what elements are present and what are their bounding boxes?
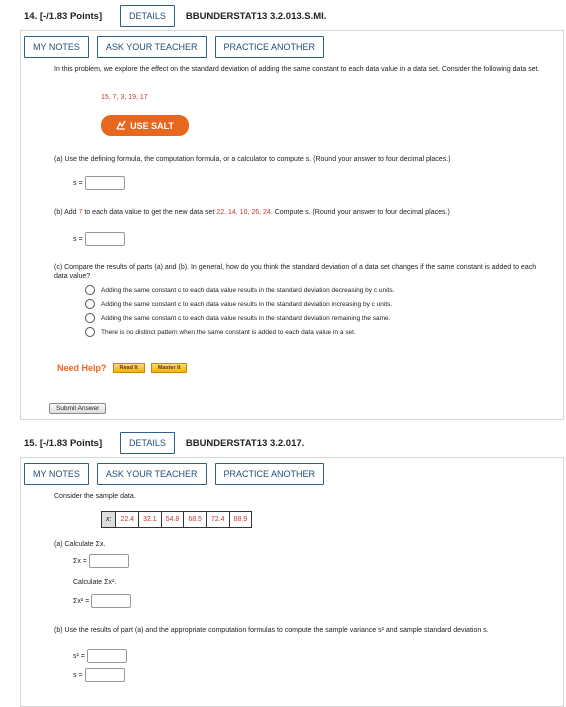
radio-button[interactable]	[85, 285, 95, 295]
s-label: s =	[73, 671, 83, 679]
q14-toolbar: MY NOTES ASK YOUR TEACHER PRACTICE ANOTH…	[21, 31, 563, 58]
salt-chart-icon	[116, 120, 126, 132]
q14-intro: In this problem, we explore the effect o…	[54, 66, 540, 73]
option-text: There is no distinct pattern when the sa…	[101, 328, 356, 336]
read-it-button[interactable]: Read It	[112, 363, 145, 373]
q15-s2-row: s² =	[73, 649, 127, 663]
sum-x-input[interactable]	[88, 554, 129, 568]
data-cell: 54.8	[160, 511, 185, 528]
q14-ask-teacher-button[interactable]: ASK YOUR TEACHER	[96, 36, 207, 58]
q14-part-a: (a) Use the defining formula, the comput…	[54, 156, 451, 163]
q15-header: 15. [-/1.83 Points] DETAILS BBUNDERSTAT1…	[20, 430, 564, 456]
q14-b-data: 22, 14, 10, 26, 24.	[216, 209, 273, 216]
x-label-cell: x:	[100, 511, 117, 528]
sum-x2-label: Σx² =	[73, 597, 90, 605]
q14-submit-wrap: Submit Answer	[49, 397, 107, 415]
q15-toolbar: MY NOTES ASK YOUR TEACHER PRACTICE ANOTH…	[21, 458, 563, 485]
sum-x2-input[interactable]	[91, 594, 132, 608]
q14-details-button[interactable]: DETAILS	[120, 5, 175, 27]
q14-b-seven: 7	[78, 209, 83, 216]
radio-button[interactable]	[85, 299, 95, 309]
option-text: Adding the same constant c to each data …	[101, 286, 395, 294]
s2-input[interactable]	[86, 649, 127, 663]
q15-intro: Consider the sample data.	[54, 493, 136, 500]
data-cell: 88.9	[228, 511, 253, 528]
q14-b-row: s =	[73, 232, 125, 246]
q14-code: BBUNDERSTAT13 3.2.013.S.MI.	[185, 10, 327, 22]
q14-part-c: (c) Compare the results of parts (a) and…	[54, 264, 537, 280]
q15-calc-x2: Calculate Σx².	[73, 579, 117, 586]
q14-option-3[interactable]: Adding the same constant c to each data …	[85, 311, 555, 325]
q14-a-row: s =	[73, 176, 125, 190]
q15-sumx2-row: Σx² =	[73, 594, 132, 608]
q15-my-notes-button[interactable]: MY NOTES	[24, 463, 89, 485]
need-help-label: Need Help?	[57, 363, 107, 373]
option-text: Adding the same constant c to each data …	[101, 314, 391, 322]
q14-b-suffix: Compute s. (Round your answer to four de…	[274, 209, 450, 216]
q15-details-button[interactable]: DETAILS	[120, 432, 175, 454]
q15-part-a: (a) Calculate Σx.	[54, 541, 106, 548]
q15-panel: MY NOTES ASK YOUR TEACHER PRACTICE ANOTH…	[20, 457, 564, 707]
q15-part-b: (b) Use the results of part (a) and the …	[54, 627, 489, 634]
q15-data-table: x: 22.4 32.1 54.8 68.5 72.4 88.9	[100, 511, 253, 528]
radio-button[interactable]	[85, 313, 95, 323]
radio-button[interactable]	[85, 327, 95, 337]
use-salt-label: USE SALT	[130, 120, 174, 131]
q14-options: Adding the same constant c to each data …	[85, 283, 555, 339]
data-cell: 22.4	[115, 511, 140, 528]
q14-b-s-label: s =	[73, 235, 83, 243]
q14-panel: MY NOTES ASK YOUR TEACHER PRACTICE ANOTH…	[20, 30, 564, 420]
q15-practice-another-button[interactable]: PRACTICE ANOTHER	[214, 463, 325, 485]
q14-b-mid: to each data value to get the new data s…	[84, 209, 215, 216]
q14-my-notes-button[interactable]: MY NOTES	[24, 36, 89, 58]
q14-need-help: Need Help? Read It Master It	[57, 363, 188, 373]
q15-number: 15. [-/1.83 Points]	[24, 437, 103, 449]
master-it-button[interactable]: Master It	[150, 363, 188, 373]
q14-header: 14. [-/1.83 Points] DETAILS BBUNDERSTAT1…	[20, 3, 564, 29]
q14-dataset: 15, 7, 3, 19, 17	[101, 94, 148, 101]
q14-a-s-label: s =	[73, 179, 83, 187]
q14-option-2[interactable]: Adding the same constant c to each data …	[85, 297, 555, 311]
data-cell: 68.5	[183, 511, 207, 528]
s2-label: s² =	[73, 652, 85, 660]
q15-sumx-row: Σx =	[73, 554, 129, 568]
q14-b-s-input[interactable]	[84, 232, 125, 246]
q14-a-s-input[interactable]	[84, 176, 125, 190]
use-salt-button[interactable]: USE SALT	[101, 115, 189, 136]
q15-code: BBUNDERSTAT13 3.2.017.	[185, 437, 305, 449]
q14-option-4[interactable]: There is no distinct pattern when the sa…	[85, 325, 555, 339]
q14-part-b: (b) Add 7 to each data value to get the …	[54, 208, 544, 217]
sum-x-label: Σx =	[73, 557, 87, 565]
submit-answer-button[interactable]: Submit Answer	[49, 403, 107, 414]
data-cell: 32.1	[138, 511, 162, 528]
q14-b-prefix: (b) Add	[54, 209, 77, 216]
q15-s-row: s =	[73, 668, 125, 682]
q14-option-1[interactable]: Adding the same constant c to each data …	[85, 283, 555, 297]
data-cell: 72.4	[205, 511, 230, 528]
q15-ask-teacher-button[interactable]: ASK YOUR TEACHER	[96, 463, 207, 485]
option-text: Adding the same constant c to each data …	[101, 300, 393, 308]
s-input[interactable]	[84, 668, 125, 682]
q14-practice-another-button[interactable]: PRACTICE ANOTHER	[214, 36, 325, 58]
table-row: x: 22.4 32.1 54.8 68.5 72.4 88.9	[100, 511, 253, 528]
q14-number: 14. [-/1.83 Points]	[24, 10, 103, 22]
